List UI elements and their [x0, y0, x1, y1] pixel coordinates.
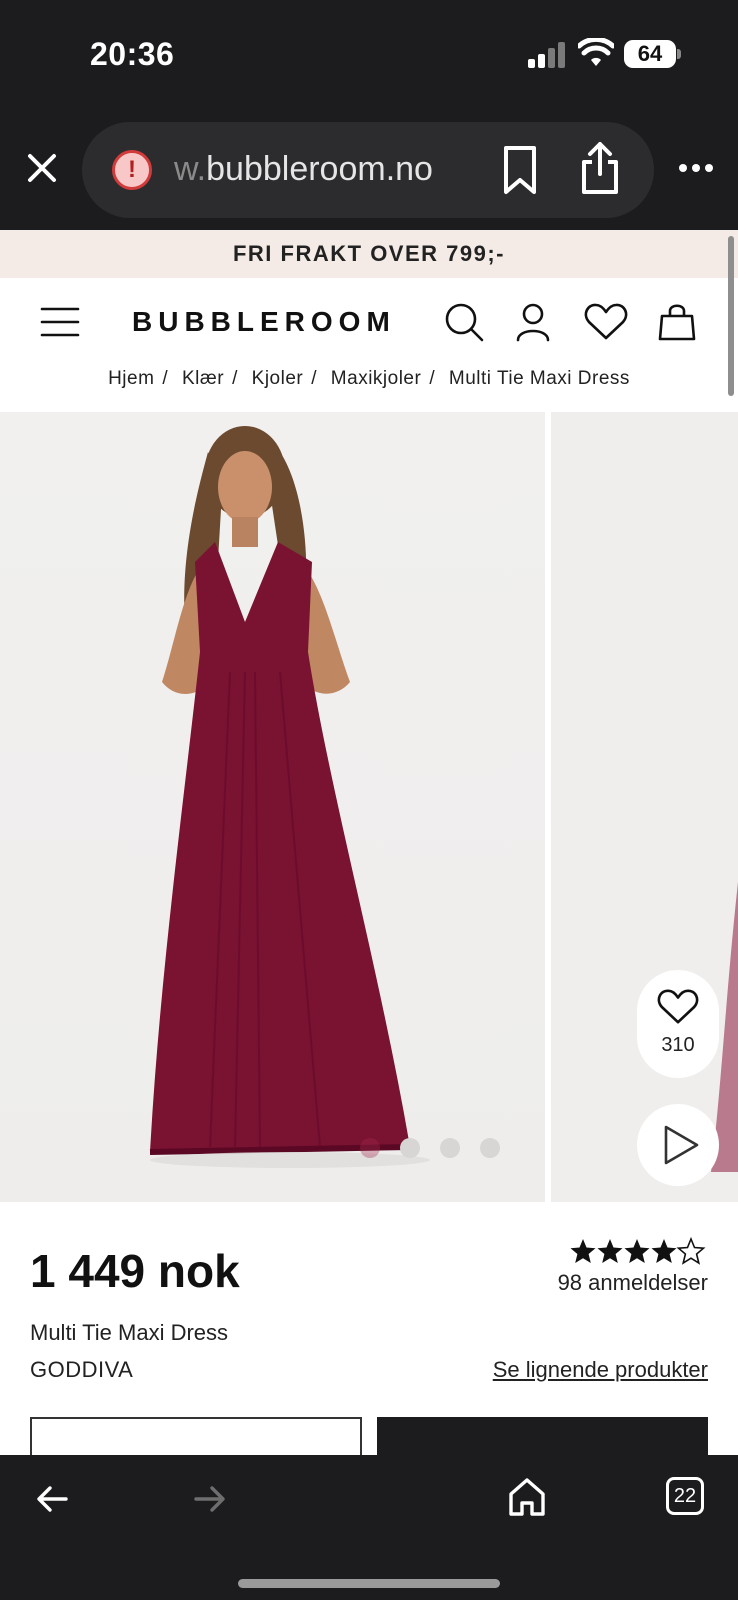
back-icon[interactable] — [36, 1485, 68, 1513]
next-image-illustration — [711, 882, 738, 1172]
battery-tip — [677, 49, 681, 59]
product-price: 1 449 nok — [30, 1245, 240, 1297]
forward-icon[interactable] — [194, 1485, 226, 1513]
more-icon[interactable] — [678, 162, 714, 174]
home-icon[interactable] — [508, 1477, 546, 1517]
close-icon[interactable] — [22, 148, 62, 188]
wifi-icon — [578, 38, 614, 66]
similar-products-link[interactable]: Se lignende produkter — [493, 1357, 708, 1383]
breadcrumb-dresses[interactable]: Kjoler — [252, 368, 304, 389]
bookmark-icon[interactable] — [500, 144, 540, 196]
breadcrumb: Hjem / Klær / Kjoler / Maxikjoler / Multi Ti… — [0, 368, 738, 412]
product-image-next-preview[interactable] — [551, 412, 738, 1202]
breadcrumb-separator: / — [162, 368, 169, 389]
product-info: 1 449 nok 98 anmeldelser Multi Tie Maxi … — [0, 1202, 738, 1455]
product-image-gallery[interactable]: 310 — [0, 412, 738, 1202]
site-logo[interactable]: BUBBLEROOM — [132, 306, 396, 338]
battery-indicator: 64 — [624, 40, 676, 68]
size-select[interactable] — [30, 1417, 362, 1455]
address-bar[interactable]: ! w.bubbleroom.no — [82, 122, 654, 218]
gallery-dot-2[interactable] — [400, 1138, 420, 1158]
gallery-dot-4[interactable] — [480, 1138, 500, 1158]
breadcrumb-clothes[interactable]: Klær — [182, 368, 224, 389]
product-brand[interactable]: GODDIVA — [30, 1357, 133, 1383]
add-to-cart-button[interactable] — [377, 1417, 708, 1455]
promo-banner[interactable]: FRI FRAKT OVER 799;- — [0, 230, 738, 278]
url-faded-part: w. — [174, 150, 207, 188]
breadcrumb-current: Multi Tie Maxi Dress — [448, 368, 630, 389]
product-name: Multi Tie Maxi Dress — [30, 1320, 229, 1345]
breadcrumb-separator: / — [311, 368, 318, 389]
site-header: BUBBLEROOM — [0, 278, 738, 368]
share-icon[interactable] — [580, 140, 620, 196]
review-count[interactable]: 98 anmeldelser — [558, 1270, 708, 1296]
dress-shape — [195, 542, 312, 652]
play-video-button[interactable] — [637, 1104, 719, 1186]
home-indicator[interactable] — [238, 1579, 500, 1588]
heart-icon — [657, 989, 699, 1024]
tabs-icon[interactable]: 22 — [666, 1477, 704, 1515]
search-icon[interactable] — [444, 302, 484, 342]
favorite-button[interactable]: 310 — [637, 970, 719, 1078]
shopping-bag-icon[interactable] — [658, 302, 696, 342]
breadcrumb-home[interactable]: Hjem — [108, 368, 154, 389]
rating-stars[interactable] — [570, 1236, 710, 1266]
url-domain: bubbleroom.no — [206, 150, 433, 188]
favorite-count: 310 — [661, 1034, 695, 1056]
cellular-signal-icon — [528, 42, 565, 68]
phone-screen: 20:36 64 ! w.bubbleroom.no FRI FRAKT OVE… — [0, 0, 738, 1600]
wishlist-heart-icon[interactable] — [584, 302, 628, 342]
play-icon — [664, 1125, 699, 1165]
model-in-dress-illustration — [149, 426, 430, 1168]
browser-toolbar: ! w.bubbleroom.no — [0, 110, 738, 230]
url-text[interactable]: w.bubbleroom.no — [174, 150, 474, 189]
status-bar: 20:36 64 — [0, 0, 738, 110]
breadcrumb-maxi-dresses[interactable]: Maxikjoler — [331, 368, 422, 389]
breadcrumb-separator: / — [429, 368, 436, 389]
hamburger-menu-icon[interactable] — [40, 306, 80, 338]
web-page: FRI FRAKT OVER 799;- BUBBLEROOM Hjem / K… — [0, 230, 738, 1455]
account-icon[interactable] — [515, 302, 551, 342]
status-time: 20:36 — [90, 36, 175, 72]
gallery-dot-3[interactable] — [440, 1138, 460, 1158]
browser-bottom-bar: 22 — [0, 1455, 738, 1600]
warning-icon[interactable]: ! — [112, 150, 152, 190]
breadcrumb-separator: / — [232, 368, 238, 389]
gallery-pagination — [360, 1138, 520, 1163]
gallery-dot-1[interactable] — [360, 1138, 380, 1158]
product-image-main[interactable] — [0, 412, 545, 1202]
